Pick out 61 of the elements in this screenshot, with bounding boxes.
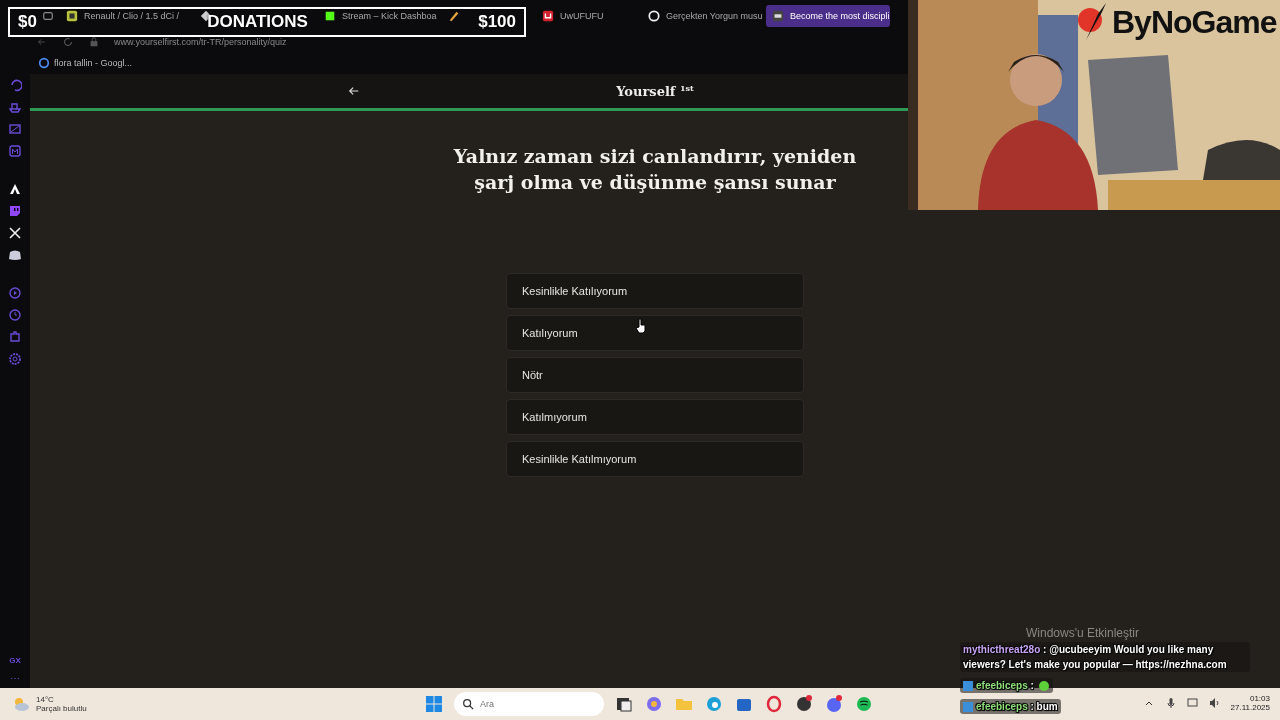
badge-icon [963,681,973,692]
chat-message: efeebiceps : bum [960,699,1061,714]
search-icon [462,698,474,710]
browser-tab[interactable]: Gerçekten Yorgun musu [642,5,766,27]
image-icon[interactable] [8,122,22,136]
stream-logo: ByNoGame [1112,3,1277,41]
network-icon[interactable] [1186,697,1199,709]
speaker-icon[interactable] [1208,697,1221,709]
weather-text: Parçalı bulutlu [36,704,87,713]
x-icon[interactable] [8,226,22,240]
history-icon[interactable] [8,78,22,92]
temperature: 14°C [36,695,55,704]
clock-icon[interactable] [8,308,22,322]
goal-max: $100 [478,12,516,32]
browser-tab[interactable]: Stream – Kick Dashboa [318,5,442,27]
m-icon[interactable] [8,144,22,158]
tab-icon [542,10,554,22]
back-icon[interactable] [36,36,48,48]
browser-tab[interactable]: Become the most discipli [766,5,890,27]
google-icon [38,57,50,69]
tab-icon [42,10,54,22]
activation-notice: Windows'u Etkinleştir [1026,626,1139,640]
tab-icon [324,10,336,22]
opera-icon[interactable] [764,694,784,714]
microphone-icon[interactable] [1164,697,1177,709]
play-icon[interactable] [8,286,22,300]
boat-icon[interactable] [8,100,22,114]
spotify-icon[interactable] [854,694,874,714]
address-bar[interactable]: www.yourselfirst.com/tr-TR/personality/quiz [114,37,287,47]
answer-option[interactable]: Katılmıyorum [506,399,804,435]
answer-option[interactable]: Kesinlikle Katılıyorum [506,273,804,309]
tab-icon [448,10,460,22]
search-field[interactable]: Ara [454,692,604,716]
browser-tab[interactable]: UwUFUFU [536,5,626,27]
chat-message: mythicthreat28o : @ucubeeyim Would you like many viewers? Let's make you popular — https://nezhna.com [960,642,1250,672]
emote-icon [1037,680,1050,693]
settings-icon[interactable] [8,352,22,366]
windows-icon[interactable] [424,694,444,714]
triangle-icon[interactable] [8,182,22,196]
back-arrow-icon[interactable] [348,85,360,97]
bookmark[interactable]: flora tallin - Googl... [32,56,139,70]
clock-time[interactable]: 01:03 [1249,694,1270,703]
answer-option[interactable]: Kesinlikle Katılmıyorum [506,441,804,477]
site-logo[interactable]: Yourself $^{1st}$ [616,82,694,100]
answer-option[interactable]: Katılıyorum [506,315,804,351]
answer-option[interactable]: Nötr [506,357,804,393]
reload-icon[interactable] [62,36,74,48]
twitch-icon[interactable] [8,204,22,218]
goal-min: $0 [18,12,37,32]
hand-cursor-icon [635,318,647,334]
goal-title: DONATIONS [207,12,308,32]
question-text: Yalnız zaman sizi canlandırır, yeniden şarj olma ve düşünme şansı sunar [452,144,858,195]
badge-icon [963,702,973,713]
tab-icon [772,10,784,22]
clock-date[interactable]: 27.11.2025 [1230,703,1270,712]
chat-message: efeebiceps : [960,678,1053,693]
browser-tab[interactable]: Renault / Clio / 1.5 dCi / [60,5,190,27]
tab-icon [648,10,660,22]
lock-icon [88,36,100,48]
more-button[interactable]: ⋯ [10,673,20,684]
tab-icon [66,10,78,22]
